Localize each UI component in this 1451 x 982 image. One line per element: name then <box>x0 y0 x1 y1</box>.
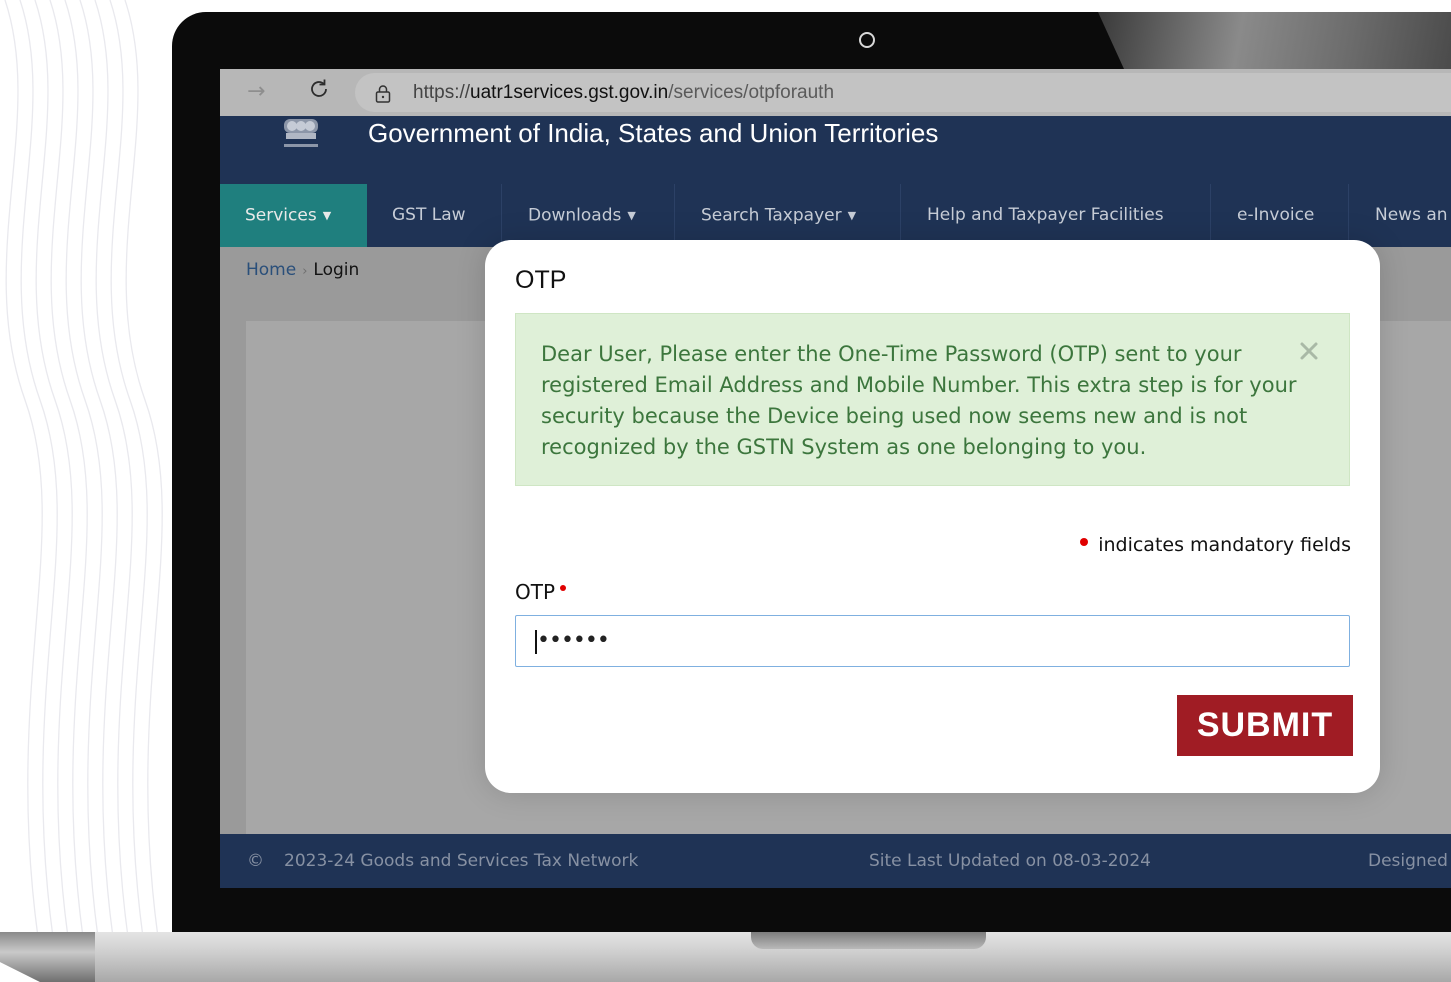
footer-copyright: 2023-24 Goods and Services Tax Network <box>284 851 639 871</box>
caret-down-icon: ▼ <box>847 209 857 222</box>
nav-item-label: e-Invoice <box>1237 205 1315 225</box>
caret-down-icon: ▼ <box>322 209 332 222</box>
nav-divider <box>1210 184 1211 247</box>
alert-message: Dear User, Please enter the One-Time Pas… <box>541 342 1297 459</box>
otp-label-text: OTP <box>515 580 556 604</box>
url-domain: uatr1services.gst.gov.in <box>470 82 669 103</box>
laptop-notch <box>751 932 986 949</box>
nav-item-search-taxpayer[interactable]: Search Taxpayer ▼ <box>676 184 901 247</box>
national-emblem-icon <box>276 116 328 156</box>
laptop-base <box>0 932 1451 982</box>
site-footer: © 2023-24 Goods and Services Tax Network… <box>220 834 1451 888</box>
required-dot-icon <box>560 585 567 591</box>
caret-down-icon: ▼ <box>627 209 636 222</box>
breadcrumb-home-link[interactable]: Home <box>246 260 296 280</box>
close-icon[interactable] <box>1298 340 1320 366</box>
url-path: /services/otpforauth <box>668 82 835 103</box>
forward-icon[interactable]: → <box>247 79 265 104</box>
submit-button[interactable]: SUBMIT <box>1177 695 1353 756</box>
reload-icon[interactable] <box>307 77 331 107</box>
nav-item-help[interactable]: Help and Taxpayer Facilities <box>902 184 1209 247</box>
nav-divider <box>501 184 502 247</box>
nav-item-label: Help and Taxpayer Facilities <box>927 205 1164 225</box>
header-title: Government of India, States and Union Te… <box>368 118 939 148</box>
background-waves <box>4 0 166 982</box>
nav-item-downloads[interactable]: Downloads ▼ <box>503 184 675 247</box>
address-bar[interactable]: https://uatr1services.gst.gov.in/service… <box>355 73 1451 112</box>
site-header: Government of India, States and Union Te… <box>220 116 1451 184</box>
otp-input[interactable]: •••••• <box>515 615 1350 667</box>
nav-item-gst-law[interactable]: GST Law <box>367 184 501 247</box>
otp-modal: OTP Dear User, Please enter the One-Time… <box>485 240 1380 793</box>
url-scheme: https:// <box>413 82 471 103</box>
nav-item-news[interactable]: News an <box>1350 184 1451 247</box>
webcam-icon <box>859 32 875 48</box>
url-text: https://uatr1services.gst.gov.in/service… <box>413 82 834 104</box>
otp-label: OTP <box>515 580 567 604</box>
nav-divider <box>1348 184 1349 247</box>
lock-icon[interactable] <box>374 84 392 108</box>
nav-item-label: News an <box>1375 205 1448 225</box>
mandatory-note: indicates mandatory fields <box>1080 534 1351 556</box>
breadcrumb-current: Login <box>313 260 360 280</box>
nav-divider <box>674 184 675 247</box>
footer-designed: Designed <box>1368 851 1448 871</box>
footer-last-updated: Site Last Updated on 08-03-2024 <box>869 851 1151 871</box>
breadcrumb: Home › Login <box>246 260 359 280</box>
nav-divider <box>900 184 901 247</box>
otp-masked-value: •••••• <box>537 628 610 653</box>
mandatory-note-text: indicates mandatory fields <box>1098 534 1351 556</box>
nav-item-services[interactable]: Services ▼ <box>220 184 367 247</box>
info-alert: Dear User, Please enter the One-Time Pas… <box>515 313 1350 486</box>
nav-item-label: GST Law <box>392 205 466 225</box>
copyright-symbol: © <box>247 851 264 871</box>
breadcrumb-separator-icon: › <box>302 264 308 279</box>
modal-title: OTP <box>515 266 567 294</box>
required-dot-icon <box>1080 538 1089 546</box>
nav-item-einvoice[interactable]: e-Invoice <box>1212 184 1348 247</box>
nav-item-label: Search Taxpayer <box>701 205 842 226</box>
nav-item-label: Downloads <box>528 205 622 226</box>
nav-item-label: Services <box>245 205 317 226</box>
screen-glare <box>1098 12 1451 69</box>
main-nav: Services ▼ GST Law Downloads ▼ Search Taxp… <box>220 184 1451 247</box>
browser-toolbar: → https://uatr1services.gst.gov.in/servi… <box>220 69 1451 116</box>
